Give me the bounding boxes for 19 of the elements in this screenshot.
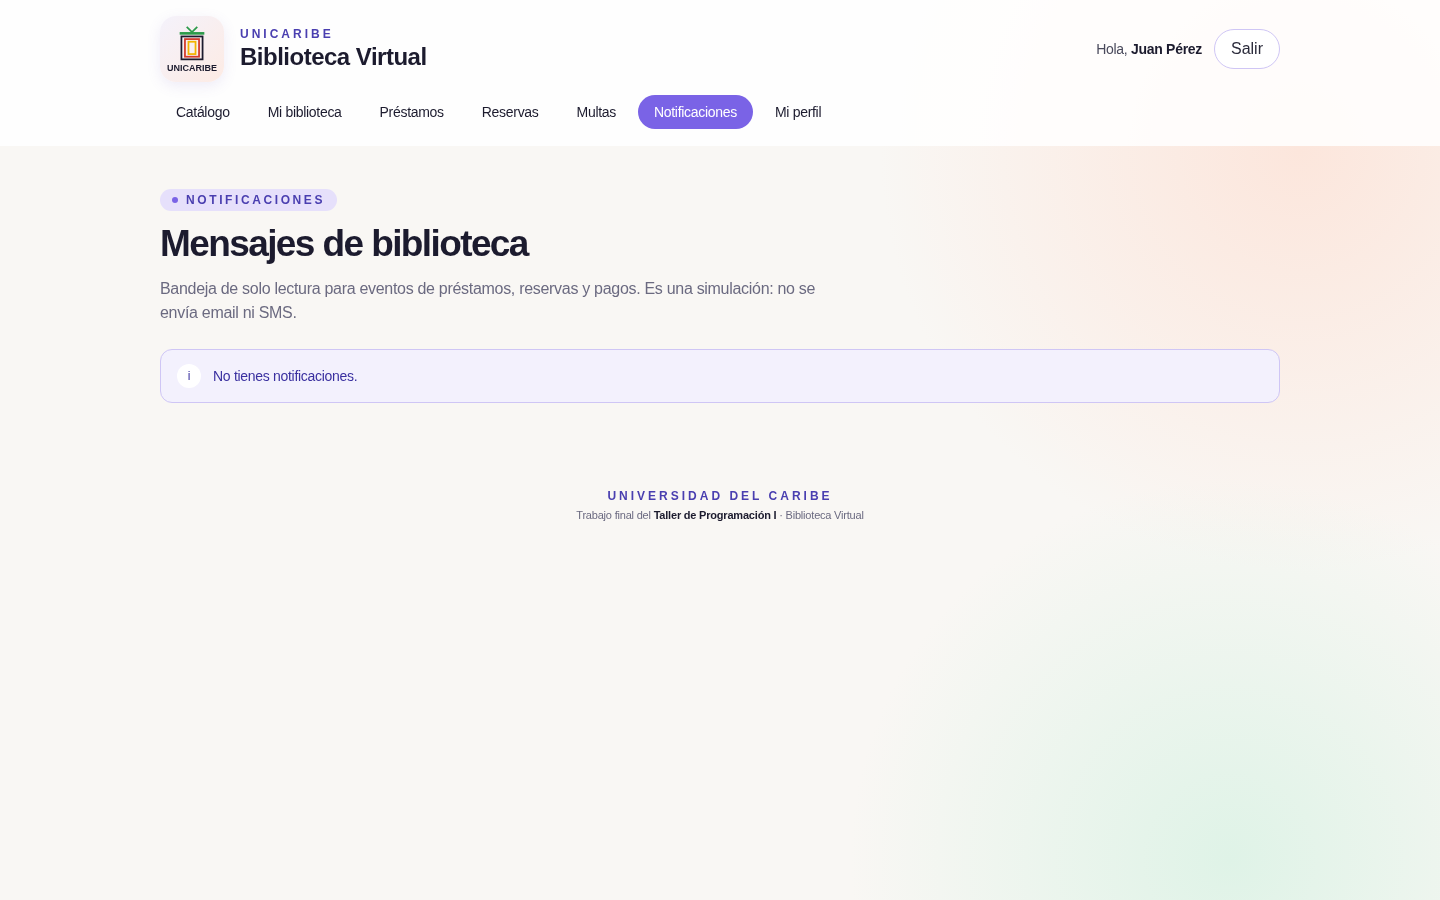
- nav-tab[interactable]: Préstamos: [363, 95, 460, 129]
- page-description: Bandeja de solo lectura para eventos de préstamos, reservas y pagos. Es una simulación: no se envía email ni SMS.: [160, 279, 817, 323]
- logout-button[interactable]: Salir: [1214, 29, 1280, 69]
- university-logo: UNICARIBE: [160, 16, 224, 82]
- user-greeting: Hola, Juan Pérez: [1096, 41, 1202, 57]
- footer-credits: Trabajo final del Taller de Programación I · Biblioteca Virtual: [575, 509, 865, 521]
- site-title: Biblioteca Virtual: [240, 43, 427, 71]
- brand-eyebrow: UNICARIBE: [240, 27, 335, 41]
- page-title: Mensajes de biblioteca: [160, 223, 530, 265]
- nav-tab[interactable]: Multas: [560, 95, 632, 129]
- nav-tab[interactable]: Catálogo: [160, 95, 246, 129]
- alert-message: No tienes notificaciones.: [213, 368, 358, 384]
- info-icon: i: [177, 364, 201, 388]
- footer-organization: UNIVERSIDAD DEL CARIBE: [606, 489, 834, 503]
- section-badge: NOTIFICACIONES: [160, 189, 338, 211]
- nav-tab[interactable]: Mi perfil: [758, 95, 838, 129]
- nav-tab[interactable]: Mi biblioteca: [251, 95, 358, 129]
- nav-tab[interactable]: Notificaciones: [637, 95, 753, 129]
- nav-tab[interactable]: Reservas: [465, 95, 555, 129]
